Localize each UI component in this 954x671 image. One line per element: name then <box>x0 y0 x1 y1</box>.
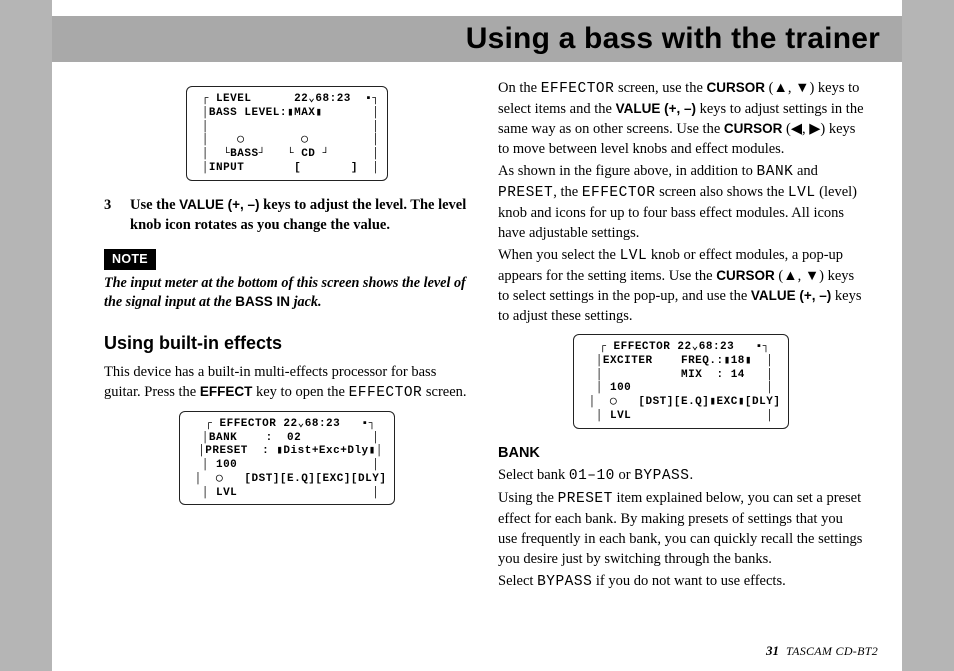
lcd-screen-effector-1: ┌ EFFECTOR 22⌄68:23 ▪┐ │BANK : 02 │ │PRE… <box>179 411 396 506</box>
lcd-figure-effector-1: ┌ EFFECTOR 22⌄68:23 ▪┐ │BANK : 02 │ │PRE… <box>104 411 470 506</box>
p2-c: , the <box>553 184 582 200</box>
p1-value: VALUE (+, –) <box>616 101 696 116</box>
bank-heading: BANK <box>498 443 864 463</box>
p3-cursor: CURSOR <box>716 268 775 283</box>
bank-line3: Select BYPASS if you do not want to use … <box>498 571 864 592</box>
product-model: TASCAM CD-BT2 <box>786 644 878 658</box>
right-p1: On the EFFECTOR screen, use the CURSOR (… <box>498 78 864 159</box>
lcd-screen-level: ┌ LEVEL 22⌄68:23 ▪┐ │BASS LEVEL:▮MAX▮ │ … <box>186 86 389 181</box>
note-text-b: jack. <box>290 294 322 310</box>
bass-in-label: BASS IN <box>235 294 290 309</box>
bank-l1a: Select bank <box>498 467 569 483</box>
manual-page: Using a bass with the trainer ┌ LEVEL 22… <box>52 0 902 671</box>
bank-bypass: BYPASS <box>634 468 689 484</box>
title-banner: Using a bass with the trainer <box>52 16 902 62</box>
p1-cursor2: CURSOR <box>724 121 783 136</box>
step-text-a: Use the <box>130 197 179 213</box>
effects-text-b: key to open the <box>252 384 348 400</box>
lcd-figure-effector-2: ┌ EFFECTOR 22⌄68:23 ▪┐ │EXCITER FREQ.:▮1… <box>498 334 864 429</box>
p3-a: When you select the <box>498 247 620 263</box>
bank-preset: PRESET <box>558 491 613 507</box>
note-body: The input meter at the bottom of this sc… <box>104 274 470 313</box>
bank-line2: Using the PRESET item explained below, y… <box>498 488 864 569</box>
p3-value: VALUE (+, –) <box>751 288 831 303</box>
p1-effector: EFFECTOR <box>541 81 615 97</box>
bank-l1b: or <box>615 467 634 483</box>
step-number: 3 <box>104 195 116 235</box>
step-3: 3 Use the VALUE (+, –) keys to adjust th… <box>104 195 470 235</box>
p2-lvl: LVL <box>788 185 816 201</box>
effects-intro: This device has a built-in multi-effects… <box>104 362 470 403</box>
effect-key-label: EFFECT <box>200 384 253 399</box>
page-footer: 31 TASCAM CD-BT2 <box>766 643 878 659</box>
value-keys-label: VALUE (+, –) <box>179 197 259 212</box>
p2-a: As shown in the figure above, in additio… <box>498 163 757 179</box>
p2-preset: PRESET <box>498 185 553 201</box>
page-title: Using a bass with the trainer <box>466 22 880 56</box>
left-column: ┌ LEVEL 22⌄68:23 ▪┐ │BASS LEVEL:▮MAX▮ │ … <box>104 78 470 594</box>
bank-l1c: . <box>689 467 693 483</box>
lcd-screen-effector-2: ┌ EFFECTOR 22⌄68:23 ▪┐ │EXCITER FREQ.:▮1… <box>573 334 790 429</box>
bank-l3a: Select <box>498 573 537 589</box>
p2-effector: EFFECTOR <box>582 185 656 201</box>
effector-word: EFFECTOR <box>349 385 423 401</box>
bank-bypass2: BYPASS <box>537 574 592 590</box>
p1-cursor: CURSOR <box>707 80 766 95</box>
p2-d: screen also shows the <box>655 184 787 200</box>
note-tag: NOTE <box>104 249 156 270</box>
section-heading-effects: Using built-in effects <box>104 331 470 356</box>
bank-range: 01–10 <box>569 468 615 484</box>
lcd-figure-level: ┌ LEVEL 22⌄68:23 ▪┐ │BASS LEVEL:▮MAX▮ │ … <box>104 86 470 181</box>
bank-l2a: Using the <box>498 490 558 506</box>
p3-lvl: LVL <box>620 248 648 264</box>
p2-b: and <box>793 163 818 179</box>
step-text: Use the VALUE (+, –) keys to adjust the … <box>130 195 470 235</box>
bank-l3b: if you do not want to use effects. <box>592 573 785 589</box>
right-p2: As shown in the figure above, in additio… <box>498 161 864 243</box>
p1-b: screen, use the <box>614 80 706 96</box>
page-number: 31 <box>766 643 779 658</box>
bank-line1: Select bank 01–10 or BYPASS. <box>498 465 864 486</box>
content-columns: ┌ LEVEL 22⌄68:23 ▪┐ │BASS LEVEL:▮MAX▮ │ … <box>104 78 864 594</box>
p1-a: On the <box>498 80 541 96</box>
right-column: On the EFFECTOR screen, use the CURSOR (… <box>498 78 864 594</box>
p2-bank: BANK <box>757 164 794 180</box>
effects-text-c: screen. <box>422 384 466 400</box>
right-p3: When you select the LVL knob or effect m… <box>498 245 864 326</box>
note-block: NOTE The input meter at the bottom of th… <box>104 249 470 313</box>
